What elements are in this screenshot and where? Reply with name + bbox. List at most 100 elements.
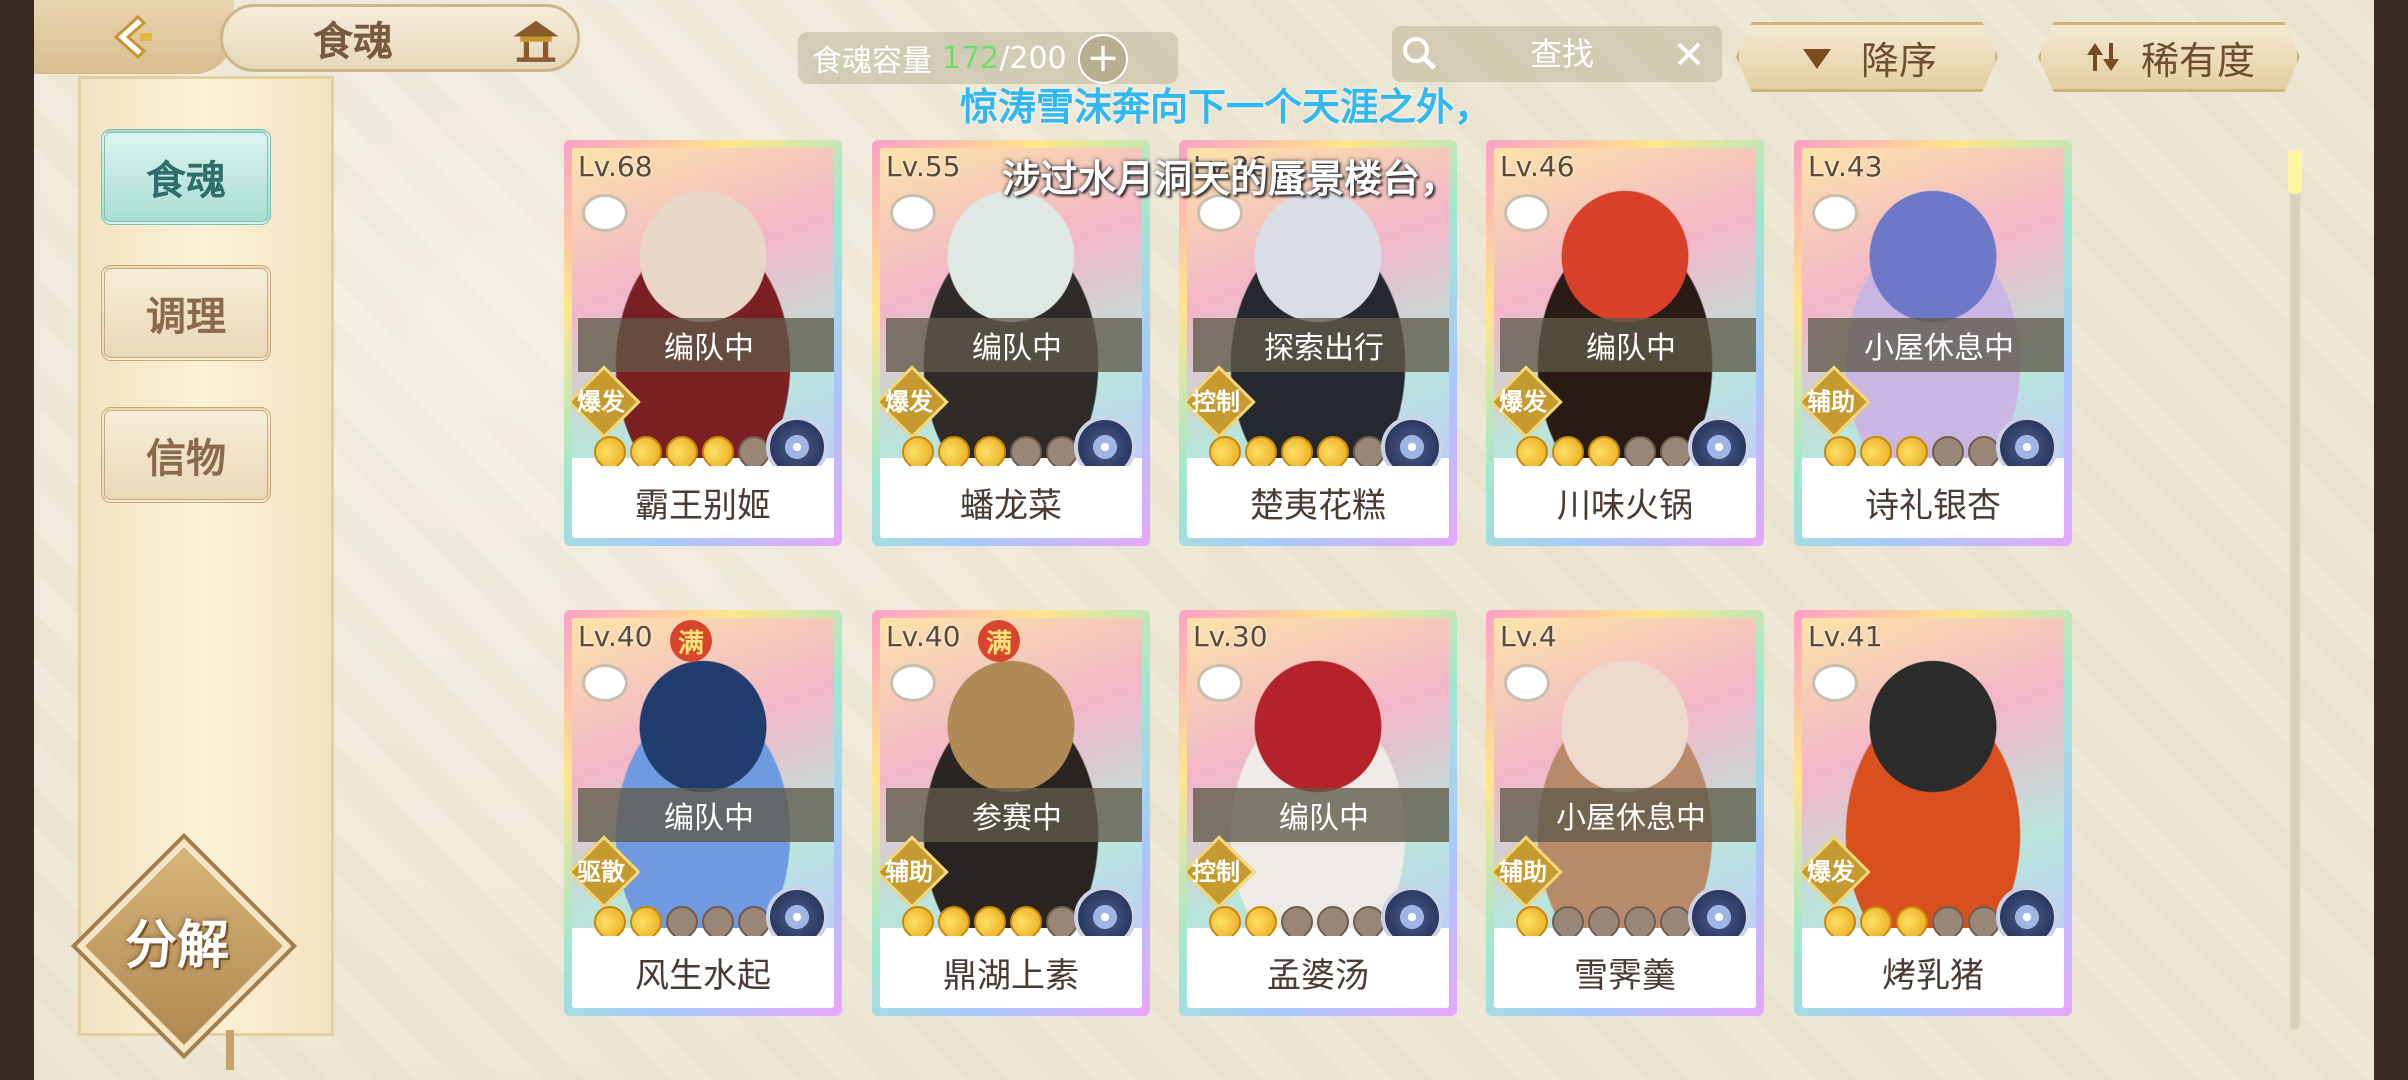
- role-badge: 辅助: [1494, 842, 1558, 896]
- role-badge: 爆发: [880, 372, 944, 426]
- pot-icon: [890, 664, 936, 702]
- sort-order-button[interactable]: 降序: [1736, 22, 1998, 92]
- max-badge-icon: 满: [670, 620, 712, 662]
- scrollbar-track[interactable]: [2290, 150, 2300, 1030]
- game-screen: 食魂 食魂容量 172 /200 + 降序: [34, 0, 2374, 1080]
- card-inner: Lv.40 满参赛中辅助鼎湖上素: [880, 618, 1142, 1008]
- role-badge: 辅助: [880, 842, 944, 896]
- card-inner: Lv.30 编队中控制孟婆汤: [1187, 618, 1449, 1008]
- sidebar-item-food-souls[interactable]: 食魂: [101, 129, 271, 225]
- status-badge: 编队中: [578, 788, 834, 842]
- card-inner: Lv.68 编队中 爆发 霸王别姬: [572, 148, 834, 538]
- role-label: 控制: [1192, 387, 1240, 416]
- pavilion-icon[interactable]: [504, 12, 568, 68]
- card-inner: Lv.55 编队中爆发蟠龙菜: [880, 148, 1142, 538]
- food-soul-card[interactable]: Lv.41 爆发 烤乳猪: [1794, 610, 2072, 1016]
- decompose-button[interactable]: 分解: [92, 900, 262, 980]
- character-name: 楚夷花糕: [1187, 466, 1449, 538]
- role-badge: 控制: [1187, 372, 1251, 426]
- role-badge: 辅助: [1802, 372, 1866, 426]
- character-name: 诗礼银杏: [1802, 466, 2064, 538]
- role-badge: 爆发: [572, 372, 636, 426]
- subtitle-line-2: 涉过水月洞天的蜃景楼台，: [1002, 157, 1459, 201]
- card-inner: Lv.40 满编队中驱散风生水起: [572, 618, 834, 1008]
- role-label: 辅助: [885, 857, 933, 886]
- sort-order-label: 降序: [1860, 38, 1937, 83]
- sort-rarity-button[interactable]: 稀有度: [2038, 22, 2300, 92]
- scrollbar-thumb[interactable]: [2288, 150, 2302, 194]
- plus-icon: +: [1086, 35, 1120, 81]
- level-label: Lv.68: [578, 150, 653, 183]
- sidebar-item-label: 食魂: [146, 157, 226, 204]
- character-name: 烤乳猪: [1802, 936, 2064, 1008]
- clear-icon[interactable]: [1674, 39, 1704, 69]
- status-badge: 编队中: [578, 318, 834, 372]
- search-bar[interactable]: [1392, 26, 1722, 82]
- capacity-max: /200: [999, 40, 1067, 76]
- status-badge: 编队中: [1500, 318, 1756, 372]
- status-badge: 编队中: [886, 318, 1142, 372]
- subtitle-line-1: 惊涛雪沫奔向下一个天涯之外，: [960, 85, 1493, 129]
- status-badge: 探索出行: [1193, 318, 1449, 372]
- page-title: 食魂: [313, 18, 393, 65]
- pot-icon: [582, 664, 628, 702]
- role-badge: 爆发: [1494, 372, 1558, 426]
- pot-icon: [1812, 664, 1858, 702]
- character-name: 雪霁羹: [1494, 936, 1756, 1008]
- search-icon: [1403, 37, 1436, 70]
- sort-rarity-label: 稀有度: [2140, 38, 2255, 83]
- food-soul-card[interactable]: Lv.68 编队中 爆发 霸王别姬: [564, 140, 842, 546]
- sidebar-item-label: 信物: [146, 435, 226, 482]
- character-name: 孟婆汤: [1187, 936, 1449, 1008]
- character-name: 川味火锅: [1494, 466, 1756, 538]
- food-soul-card[interactable]: Lv.40 满编队中驱散风生水起: [564, 610, 842, 1016]
- character-name: 风生水起: [572, 936, 834, 1008]
- status-badge: 编队中: [1193, 788, 1449, 842]
- back-button[interactable]: [34, 0, 234, 74]
- search-input[interactable]: [1460, 28, 1664, 80]
- back-arrow-icon: [113, 14, 152, 60]
- food-soul-card[interactable]: Lv.40 满参赛中辅助鼎湖上素: [872, 610, 1150, 1016]
- role-label: 辅助: [1807, 387, 1855, 416]
- decompose-label: 分解: [124, 914, 229, 976]
- character-name: 鼎湖上素: [880, 936, 1142, 1008]
- role-label: 爆发: [1499, 387, 1547, 416]
- sort-arrows-icon: [2086, 43, 2119, 71]
- sidebar-item-conditioning[interactable]: 调理: [101, 265, 271, 361]
- level-label: Lv.40: [578, 620, 653, 653]
- status-badge: 小屋休息中: [1808, 318, 2064, 372]
- pot-icon: [1197, 664, 1243, 702]
- level-label: Lv.46: [1500, 150, 1575, 183]
- card-inner: Lv.41 爆发 烤乳猪: [1802, 618, 2064, 1008]
- tassel-decoration: [226, 1030, 234, 1070]
- food-soul-card[interactable]: Lv.30 编队中控制孟婆汤: [1179, 610, 1457, 1016]
- level-label: Lv.55: [886, 150, 961, 183]
- level-label: Lv.30: [1193, 620, 1268, 653]
- pot-icon: [890, 194, 936, 232]
- pot-icon: [1504, 194, 1550, 232]
- level-label: Lv.40: [886, 620, 961, 653]
- pot-icon: [582, 194, 628, 232]
- card-inner: Lv.4 小屋休息中 辅助 雪霁羹: [1494, 618, 1756, 1008]
- sidebar-item-tokens[interactable]: 信物: [101, 407, 271, 503]
- max-badge-icon: 满: [978, 620, 1020, 662]
- food-soul-card[interactable]: Lv.43 小屋休息中 辅助 诗礼银杏: [1794, 140, 2072, 546]
- role-label: 爆发: [885, 387, 933, 416]
- pot-icon: [1812, 194, 1858, 232]
- status-badge: 参赛中: [886, 788, 1142, 842]
- role-badge: 控制: [1187, 842, 1251, 896]
- role-label: 爆发: [577, 387, 625, 416]
- triangle-down-icon: [1802, 49, 1831, 69]
- status-badge: 小屋休息中: [1500, 788, 1756, 842]
- pot-icon: [1504, 664, 1550, 702]
- sidebar-item-label: 调理: [146, 293, 226, 340]
- role-label: 控制: [1192, 857, 1240, 886]
- character-name: 蟠龙菜: [880, 466, 1142, 538]
- food-soul-card[interactable]: Lv.4 小屋休息中 辅助 雪霁羹: [1486, 610, 1764, 1016]
- capacity-label: 食魂容量: [812, 44, 932, 79]
- card-inner: Lv.26 探索出行 控制 楚夷花糕: [1187, 148, 1449, 538]
- food-soul-card[interactable]: Lv.46 编队中爆发川味火锅: [1486, 140, 1764, 546]
- role-label: 驱散: [577, 857, 625, 886]
- level-label: Lv.41: [1808, 620, 1883, 653]
- card-inner: Lv.46 编队中爆发川味火锅: [1494, 148, 1756, 538]
